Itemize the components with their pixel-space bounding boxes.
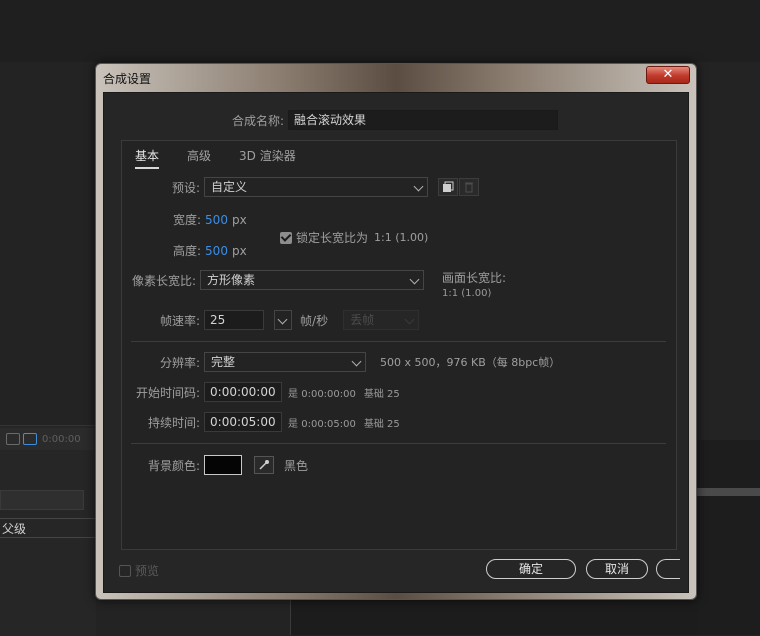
chevron-down-icon bbox=[409, 274, 420, 285]
tab-basic[interactable]: 基本 bbox=[135, 147, 160, 169]
bg-color-label: 背景颜色: bbox=[148, 458, 201, 473]
start-timecode-base: 基础 25 bbox=[363, 388, 400, 400]
preset-select[interactable]: 自定义 bbox=[204, 177, 429, 197]
frame-aspect-block: 画面长宽比: 1:1 (1.00) bbox=[442, 269, 506, 299]
duration-info: 是 0:00:05:00 bbox=[288, 418, 356, 430]
delete-icon bbox=[465, 182, 474, 193]
frame-aspect-value: 1:1 (1.00) bbox=[442, 288, 492, 299]
duration-base: 基础 25 bbox=[363, 418, 400, 430]
start-timecode-info: 是 0:00:00:00 bbox=[288, 388, 356, 400]
duration-input[interactable]: 0:00:05:00 bbox=[204, 412, 283, 432]
timeline-search-field[interactable] bbox=[0, 490, 84, 510]
bottom-panel bbox=[290, 600, 698, 635]
layer-icon[interactable] bbox=[23, 433, 37, 445]
dialog-title: 合成设置 bbox=[103, 72, 152, 86]
resolution-row: 分辨率: 完整 500 x 500，976 KB（每 8bpc帧） bbox=[160, 352, 560, 372]
preview-row: 预览 bbox=[119, 562, 159, 579]
preview-label: 预览 bbox=[135, 564, 160, 578]
lock-aspect-row: 锁定长宽比为 1:1 (1.00) bbox=[280, 229, 428, 246]
duration-row: 持续时间: 0:00:05:00 是 0:00:05:00 基础 25 bbox=[148, 412, 400, 432]
settings-tabs: 基本 高级 3D 渲染器 bbox=[135, 147, 296, 169]
pixel-aspect-select[interactable]: 方形像素 bbox=[200, 270, 425, 290]
start-timecode-row: 开始时间码: 0:00:00:00 是 0:00:00:00 基础 25 bbox=[136, 382, 400, 402]
eyedropper-icon bbox=[259, 460, 270, 470]
copy-preset-icon bbox=[443, 181, 454, 192]
width-row: 宽度: 500 px bbox=[173, 211, 247, 228]
frame-rate-dropdown[interactable] bbox=[274, 310, 293, 330]
resolution-select[interactable]: 完整 bbox=[204, 352, 367, 372]
chevron-down-icon bbox=[404, 314, 415, 325]
frame-rate-input[interactable]: 25 bbox=[204, 310, 265, 330]
cancel-button[interactable]: 取消 bbox=[586, 559, 648, 579]
resolution-info: 500 x 500，976 KB（每 8bpc帧） bbox=[380, 356, 561, 369]
save-preset-button[interactable] bbox=[438, 178, 459, 196]
right-panel bbox=[697, 440, 760, 635]
chevron-down-icon bbox=[413, 181, 424, 192]
dialog-titlebar[interactable]: 合成设置 ✕ bbox=[96, 64, 696, 90]
height-value[interactable]: 500 bbox=[205, 244, 228, 258]
ok-button[interactable]: 确定 bbox=[486, 559, 576, 579]
pixel-aspect-row: 像素长宽比: 方形像素 bbox=[132, 270, 425, 290]
frame-rate-unit: 帧/秒 bbox=[300, 313, 329, 328]
preset-value: 自定义 bbox=[211, 180, 248, 194]
composition-settings-dialog: 合成设置 ✕ 合成名称: 融合滚动效果 基本 高级 3D 渲染器 预设: 自定义 bbox=[95, 63, 697, 600]
app-background bbox=[0, 0, 760, 62]
composition-icon[interactable] bbox=[6, 433, 20, 445]
tab-3d-renderer[interactable]: 3D 渲染器 bbox=[239, 147, 296, 169]
lock-aspect-checkbox[interactable] bbox=[280, 231, 292, 244]
preset-label: 预设: bbox=[172, 180, 201, 195]
delete-preset-button[interactable] bbox=[459, 178, 480, 196]
comp-name-input[interactable]: 融合滚动效果 bbox=[288, 110, 559, 130]
frame-rate-row: 帧速率: 25 帧/秒 丢帧 bbox=[160, 310, 420, 330]
pixel-aspect-label: 像素长宽比: bbox=[132, 273, 197, 288]
start-timecode-label: 开始时间码: bbox=[136, 385, 201, 400]
start-timecode-input[interactable]: 0:00:00:00 bbox=[204, 382, 283, 402]
section-divider bbox=[131, 341, 666, 342]
bg-color-swatch[interactable] bbox=[204, 455, 243, 475]
timeline-timecode: 0:00:00 bbox=[42, 433, 81, 445]
duration-label: 持续时间: bbox=[148, 415, 201, 430]
bg-color-row: 背景颜色: 黑色 bbox=[148, 455, 308, 475]
drop-frame-select: 丢帧 bbox=[343, 310, 420, 330]
settings-panel: 基本 高级 3D 渲染器 预设: 自定义 宽度: 500 px 高度: 500 … bbox=[121, 140, 677, 550]
section-divider bbox=[131, 443, 666, 444]
dialog-client: 合成名称: 融合滚动效果 基本 高级 3D 渲染器 预设: 自定义 宽度: 50… bbox=[103, 92, 689, 593]
chevron-down-icon bbox=[277, 314, 288, 325]
extra-button[interactable] bbox=[656, 559, 680, 579]
width-label: 宽度: bbox=[173, 213, 202, 227]
comp-name-label: 合成名称: bbox=[232, 113, 285, 128]
close-icon: ✕ bbox=[662, 67, 674, 82]
drop-frame-value: 丢帧 bbox=[350, 313, 375, 327]
pixel-aspect-value: 方形像素 bbox=[207, 273, 256, 287]
preview-checkbox[interactable] bbox=[119, 564, 131, 577]
resolution-label: 分辨率: bbox=[160, 355, 201, 370]
width-value[interactable]: 500 bbox=[205, 213, 228, 227]
chevron-down-icon bbox=[351, 356, 362, 367]
height-label: 高度: bbox=[173, 244, 202, 258]
timeline-toolbar: 0:00:00 bbox=[0, 428, 96, 450]
close-button[interactable]: ✕ bbox=[646, 66, 690, 84]
frame-aspect-label: 画面长宽比: bbox=[442, 271, 507, 285]
lock-aspect-value: 1:1 (1.00) bbox=[374, 231, 429, 244]
bg-color-name: 黑色 bbox=[284, 458, 309, 473]
preset-row: 预设: 自定义 bbox=[172, 177, 480, 197]
parent-column-header: 父级 bbox=[0, 518, 96, 538]
width-unit: px bbox=[231, 212, 247, 227]
lock-aspect-label: 锁定长宽比为 bbox=[296, 231, 369, 245]
eyedropper-button[interactable] bbox=[254, 456, 275, 474]
comp-name-row: 合成名称: 融合滚动效果 bbox=[232, 110, 559, 130]
right-panel-bar bbox=[697, 488, 760, 496]
height-row: 高度: 500 px bbox=[173, 242, 247, 259]
tab-advanced[interactable]: 高级 bbox=[187, 147, 211, 169]
height-unit: px bbox=[231, 243, 247, 258]
frame-rate-label: 帧速率: bbox=[160, 313, 201, 328]
resolution-value: 完整 bbox=[211, 355, 236, 369]
